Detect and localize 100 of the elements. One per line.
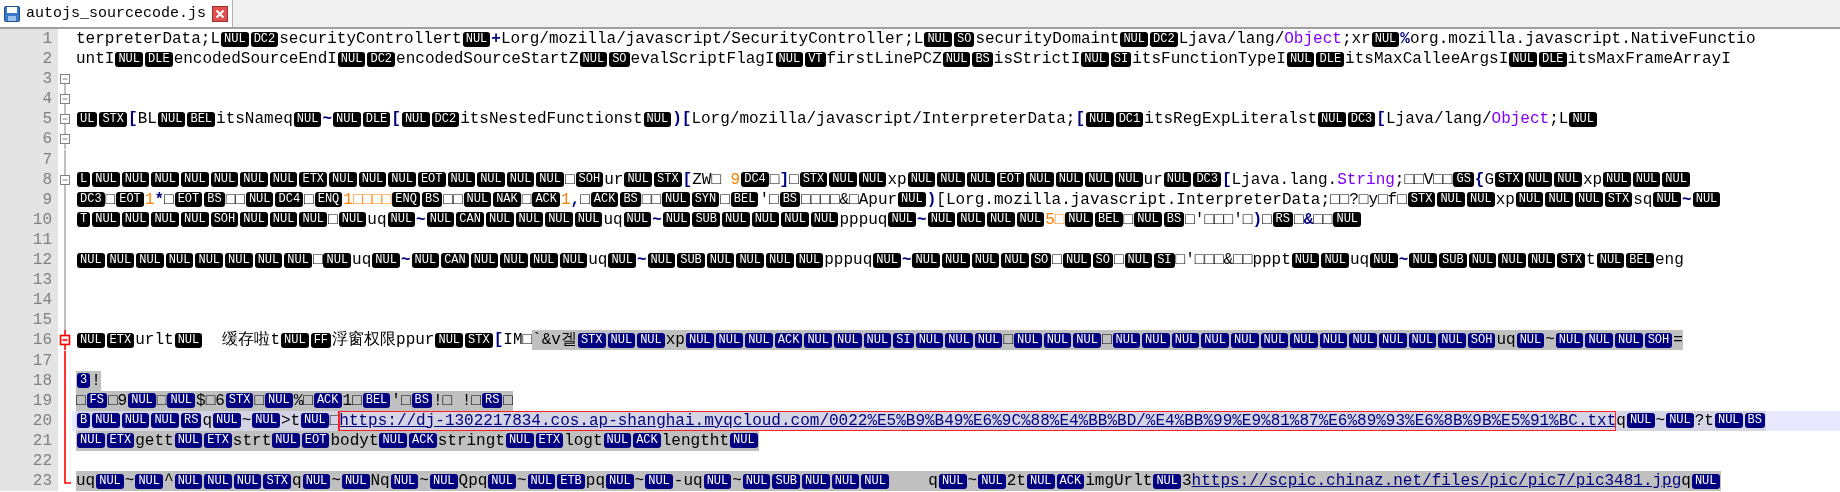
control-char-badge: NUL	[742, 473, 771, 489]
control-char-badge: NUL	[167, 393, 196, 409]
control-char-badge: DLE	[145, 51, 173, 67]
control-char-badge: NUL	[1085, 172, 1113, 188]
control-char-badge: EOT	[417, 172, 446, 188]
control-char-badge: BS	[972, 51, 993, 67]
code-text: ~	[516, 471, 527, 492]
control-char-badge: NUL	[938, 473, 967, 489]
control-char-badge: NUL	[1290, 332, 1318, 348]
control-char-badge: NUL	[1286, 51, 1315, 67]
code-text: 浮窗权限ppur	[332, 330, 435, 351]
control-char-badge: NUL	[500, 252, 528, 268]
control-char-badge: NUL	[579, 51, 608, 67]
code-text: ?t	[1694, 410, 1714, 431]
code-text: ,	[570, 189, 581, 210]
close-button[interactable]	[212, 5, 229, 22]
code-text: [	[682, 169, 693, 190]
control-char-badge: NUL	[390, 473, 419, 489]
control-char-badge: NUL	[272, 433, 300, 449]
control-char-badge: NUL	[1291, 252, 1320, 268]
control-char-badge: NUL	[637, 332, 665, 348]
fold-toggle[interactable]	[58, 330, 72, 351]
control-char-badge: NUL	[858, 172, 887, 188]
line-number: 21	[0, 430, 58, 451]
code-text: □	[580, 189, 590, 210]
line-number: 5	[0, 109, 58, 130]
line-number: 14	[0, 290, 58, 311]
control-char-badge: GS	[1453, 172, 1474, 188]
control-char-badge: NUL	[1596, 252, 1625, 268]
code-text: uq	[1496, 330, 1516, 351]
control-char-badge: RS	[181, 413, 202, 429]
fold-toggle[interactable]	[58, 89, 72, 110]
control-char-badge: EOT	[301, 433, 330, 449]
control-char-badge: NUL	[254, 252, 283, 268]
control-char-badge: NUL	[831, 473, 860, 489]
control-char-badge: NUL	[210, 172, 239, 188]
control-char-badge: DC2	[367, 51, 396, 67]
code-text: )	[926, 189, 937, 210]
code-text: □	[1003, 330, 1014, 351]
fold-toggle[interactable]	[58, 109, 72, 130]
control-char-badge: NUL	[1370, 252, 1398, 268]
control-char-badge: STX	[577, 332, 606, 348]
control-char-badge: NUL	[745, 332, 773, 348]
code-text: lengtht	[661, 430, 729, 451]
control-char-badge: NUL	[1260, 332, 1289, 348]
code-text: □	[312, 250, 323, 271]
url-link[interactable]: https://scpic.chinaz.net/files/pic/pic7/pic3481.jpg	[1191, 471, 1682, 492]
control-char-badge: NUL	[1014, 332, 1042, 348]
control-char-badge: STX	[99, 111, 127, 127]
code-text: □	[789, 169, 799, 190]
control-char-badge: ACK	[1056, 473, 1085, 489]
control-char-badge: NUL	[1545, 192, 1574, 208]
fold-toggle[interactable]	[58, 129, 72, 150]
control-char-badge: NUL	[736, 252, 765, 268]
fold-toggle[interactable]	[58, 169, 72, 190]
line-number: 6	[0, 129, 58, 150]
control-char-badge: NUL	[1692, 192, 1721, 208]
control-char-badge: NUL	[136, 252, 164, 268]
code-text: `&v겔	[532, 330, 577, 351]
control-char-badge: NUL	[462, 31, 491, 47]
control-char-badge: NUL	[942, 51, 971, 67]
control-char-badge: DC1	[1115, 111, 1144, 127]
control-char-badge: STX	[799, 172, 828, 188]
code-text: ~	[124, 471, 135, 492]
control-char-badge: NUL	[942, 252, 970, 268]
line-number: 22	[0, 450, 58, 472]
code-text: evalScriptFlagI	[630, 49, 775, 70]
code-text: q	[1681, 471, 1691, 492]
control-char-badge: SI	[1154, 252, 1175, 268]
code-text: 1□□□□	[343, 189, 392, 210]
control-char-badge: DC3	[1347, 111, 1376, 127]
control-char-badge: NUL	[121, 212, 150, 228]
code-text: xp	[1495, 189, 1515, 210]
control-char-badge: NAK	[493, 192, 521, 208]
control-char-badge: NUL	[608, 252, 636, 268]
code-text: imgUrlt	[1085, 471, 1153, 492]
control-char-badge: SYN	[691, 192, 720, 208]
control-char-badge: ETX	[106, 332, 135, 348]
file-tab[interactable]: autojs_sourcecode.js	[0, 0, 234, 27]
code-text: □□	[641, 189, 662, 210]
control-char-badge: STX	[654, 172, 682, 188]
control-char-badge: BS	[779, 192, 801, 208]
control-char-badge: NUL	[795, 252, 824, 268]
control-char-badge: NUL	[115, 51, 143, 67]
control-char-badge: NUL	[135, 473, 164, 489]
code-text: pq	[585, 471, 605, 492]
code-text: +	[491, 29, 501, 50]
code-text: String	[1337, 169, 1395, 190]
control-char-badge: NUL	[1086, 111, 1114, 127]
control-char-badge: NUL	[924, 31, 952, 47]
control-char-badge: NUL	[1662, 172, 1690, 188]
code-text: untI	[76, 49, 115, 70]
code-text: [	[681, 109, 692, 130]
code-text: ;L	[1549, 109, 1569, 130]
line-number: 3	[0, 69, 58, 90]
control-char-badge: NUL	[829, 172, 857, 188]
url-link[interactable]: https://dj-1302217834.cos.ap-shanghai.myqcloud.com/0022%E5%B9%B49%E6%9C%88%E4%BB%BD/%E4%BB%99%E9%81%87%E6%89%93%E6%8B%9B%E5%91%BC.txt	[339, 410, 1617, 431]
control-char-badge: NUL	[662, 192, 690, 208]
line-number: 9	[0, 189, 58, 210]
code-text: '□	[759, 189, 779, 210]
